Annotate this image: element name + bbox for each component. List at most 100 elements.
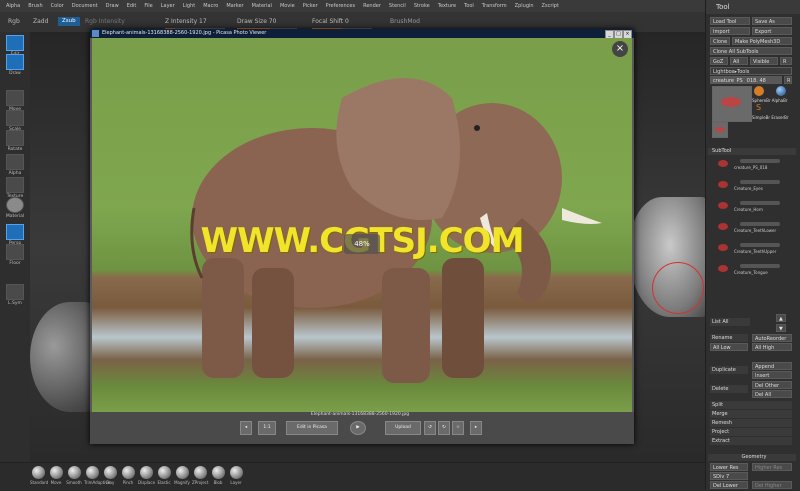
remesh-button[interactable]: Remesh [710,419,792,427]
z-intensity-slider[interactable]: Z Intensity 17 [165,18,207,25]
duplicate-button[interactable]: Duplicate [710,366,748,374]
move-tool-button[interactable]: Move [4,90,26,112]
split-button[interactable]: Split [710,401,792,409]
insert-button[interactable]: Insert [752,371,792,379]
brush-standard[interactable]: Standard [30,466,48,485]
zoom-fit-button[interactable]: 1:1 [258,421,276,435]
brush-trimadaptive[interactable]: TrimAdaptive [84,466,110,485]
subtool-visibility-toggle[interactable] [740,180,780,184]
symmetry-button[interactable]: L.Sym [4,284,26,306]
move-subtool-down-button[interactable]: ▼ [776,324,786,332]
delete-button[interactable]: Delete [710,385,748,393]
menu-stroke[interactable]: Stroke [414,0,430,12]
save-as-button[interactable]: Save As [752,17,792,25]
menu-draw[interactable]: Draw [106,0,119,12]
del-all-button[interactable]: Del All [752,390,792,398]
persp-button[interactable]: Persp [4,224,26,246]
star-button[interactable]: ☆ [452,421,464,435]
goz-r-button[interactable]: R [780,57,792,65]
brush-move[interactable]: Move [48,466,64,485]
menu-light[interactable]: Light [183,0,195,12]
higher-res-button[interactable]: Higher Res [752,463,792,471]
geometry-section-header[interactable]: Geometry [708,454,796,461]
small-tool-thumbnail[interactable] [712,122,728,138]
photo-viewer-titlebar[interactable]: Elephant-animals-13168388-2560-1920.jpg … [90,29,634,39]
subtool-item[interactable]: Creature_TeethLower [712,221,794,235]
lower-res-button[interactable]: Lower Res [710,463,748,471]
all-low-button[interactable]: All Low [710,343,748,351]
del-lower-button[interactable]: Del Lower [710,481,748,489]
lightbox-tools-button[interactable]: Lightbox▸Tools [710,67,792,75]
rotate-left-button[interactable]: ↺ [424,421,436,435]
brush-pinch[interactable]: Pinch [120,466,136,485]
menu-tool[interactable]: Tool [464,0,474,12]
subtool-item[interactable]: Creature_Tongue [712,263,794,277]
menu-marker[interactable]: Marker [226,0,243,12]
alpha-slot[interactable]: Alpha [4,154,26,176]
subtool-visibility-toggle[interactable] [740,201,780,205]
clone-all-subtools-button[interactable]: Clone All SubTools [710,47,792,55]
brush-smooth[interactable]: Smooth [66,466,82,485]
menu-movie[interactable]: Movie [280,0,295,12]
subtool-visibility-toggle[interactable] [740,243,780,247]
zadd-button[interactable]: Zadd [33,18,48,25]
load-tool-button[interactable]: Load Tool [710,17,750,25]
current-tool-r-button[interactable]: R [784,76,792,84]
del-higher-button[interactable]: Del Higher [752,481,792,489]
subtool-item[interactable]: creature_PS_018 [712,158,794,172]
menu-material[interactable]: Material [252,0,272,12]
subtool-item[interactable]: Creature_TeethUpper [712,242,794,256]
menu-color[interactable]: Color [51,0,64,12]
upload-button[interactable]: Upload [385,421,421,435]
menu-brush[interactable]: Brush [28,0,42,12]
list-all-button[interactable]: List All [710,318,750,326]
floor-button[interactable]: Floor [4,244,26,266]
goz-button[interactable]: GoZ [710,57,728,65]
draw-tool-button[interactable]: Draw [4,54,26,76]
brush-blob[interactable]: Blob [210,466,226,485]
texture-slot[interactable]: Texture [4,177,26,199]
sdiv-slider[interactable]: SDiv 7 [710,472,748,480]
menu-layer[interactable]: Layer [161,0,175,12]
clone-button[interactable]: Clone [710,37,730,45]
rename-button[interactable]: Rename [710,334,748,342]
menu-render[interactable]: Render [363,0,381,12]
export-button[interactable]: Export [752,27,792,35]
extract-button[interactable]: Extract [710,437,792,445]
draw-size-slider[interactable]: Draw Size 70 [237,18,276,25]
menu-macro[interactable]: Macro [203,0,218,12]
menu-preferences[interactable]: Preferences [326,0,355,12]
rotate-tool-button[interactable]: Rotate [4,130,26,152]
brush-zproject[interactable]: ZProject [192,466,208,485]
brush-displace[interactable]: Displace [138,466,155,485]
subtool-visibility-toggle[interactable] [740,222,780,226]
brushmod-slider[interactable]: BrushMod [390,18,420,25]
menu-transform[interactable]: Transform [482,0,507,12]
prev-photo-button[interactable]: ◂ [240,421,252,435]
menu-stencil[interactable]: Stencil [389,0,406,12]
scale-tool-button[interactable]: Scale [4,110,26,132]
rotate-right-button[interactable]: ↻ [438,421,450,435]
zsub-button[interactable]: Zsub [58,17,80,26]
subtool-visibility-toggle[interactable] [740,264,780,268]
brush-clay[interactable]: Clay [102,466,118,485]
menu-file[interactable]: File [144,0,152,12]
next-photo-button[interactable]: ▸ [470,421,482,435]
menu-texture[interactable]: Texture [438,0,456,12]
subtool-section-header[interactable]: SubTool [708,148,796,155]
menu-zplugin[interactable]: Zplugin [515,0,534,12]
make-polymesh-button[interactable]: Make PolyMesh3D [732,37,792,45]
rgb-intensity-slider[interactable]: Rgb Intensity [85,18,125,25]
del-other-button[interactable]: Del Other [752,381,792,389]
edit-in-picasa-button[interactable]: Edit in Picasa [286,421,338,435]
project-button[interactable]: Project [710,428,792,436]
menu-edit[interactable]: Edit [127,0,137,12]
append-button[interactable]: Append [752,362,792,370]
menu-alpha[interactable]: Alpha [6,0,20,12]
merge-button[interactable]: Merge [710,410,792,418]
import-button[interactable]: Import [710,27,750,35]
subtool-item[interactable]: Creature_Eyes [712,179,794,193]
current-tool-name[interactable]: creature_PS_ 018. 48 [710,76,782,84]
menu-picker[interactable]: Picker [303,0,318,12]
rgb-button[interactable]: Rgb [8,18,20,25]
